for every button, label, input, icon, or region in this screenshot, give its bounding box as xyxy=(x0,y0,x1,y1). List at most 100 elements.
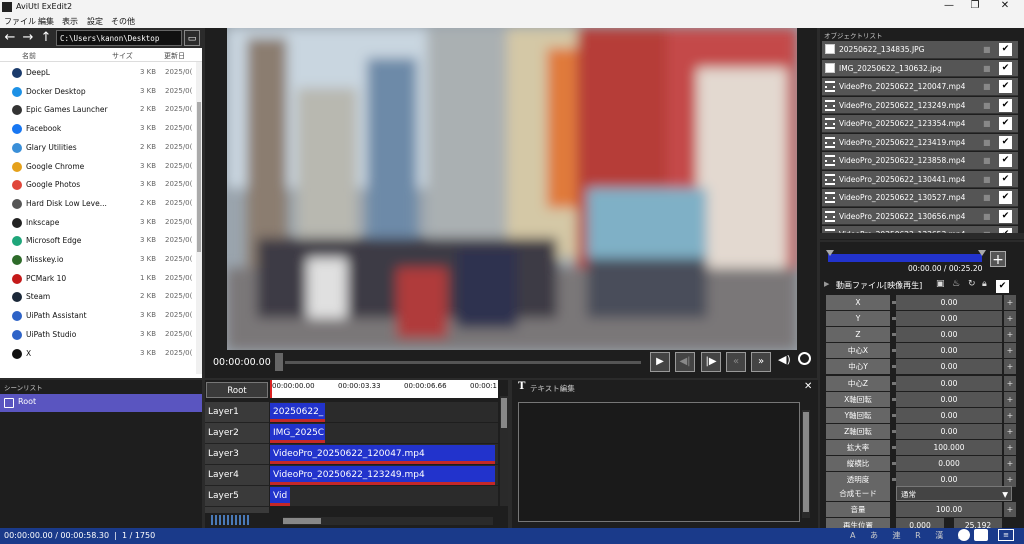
clip-progress-bar[interactable] xyxy=(826,250,986,262)
param-value[interactable]: 0.00 xyxy=(896,391,1002,407)
shield-icon[interactable] xyxy=(974,529,988,541)
zoom-icon[interactable] xyxy=(798,352,811,365)
file-row[interactable]: Steam 2 KB 2025/0( xyxy=(0,288,196,307)
visible-checkbox[interactable]: ✔ xyxy=(999,98,1012,112)
plus-icon[interactable]: + xyxy=(1004,327,1016,343)
lock-icon[interactable]: ■ xyxy=(983,41,991,58)
object-row[interactable]: VideoPro_20250622_130441.mp4 ■ ✔ xyxy=(822,170,1018,188)
playhead[interactable] xyxy=(270,380,272,398)
layer-track[interactable] xyxy=(270,486,498,507)
camera-icon[interactable]: ▣ xyxy=(936,279,945,289)
param-value[interactable]: 0.00 xyxy=(896,472,1002,488)
object-row[interactable]: VideoPro_20250622_123419.mp4 ■ ✔ xyxy=(822,133,1018,151)
param-value[interactable]: 0.00 xyxy=(896,343,1002,359)
menu-edit[interactable]: 編集 xyxy=(38,16,54,27)
timeline-clip[interactable]: 20250622_ xyxy=(270,403,325,422)
file-row[interactable]: Docker Desktop 3 KB 2025/0( xyxy=(0,83,196,102)
prev-frame-icon[interactable]: ◀| xyxy=(675,352,695,372)
column-date[interactable]: 更新日 xyxy=(164,51,185,61)
lock-icon[interactable]: 🔒︎ xyxy=(982,279,987,289)
menu-settings[interactable]: 設定 xyxy=(87,16,103,27)
lock-icon[interactable]: ■ xyxy=(983,78,991,95)
plus-icon[interactable]: + xyxy=(1004,439,1016,455)
text-input-area[interactable] xyxy=(518,402,800,522)
object-row[interactable]: VideoPro_20250622_120047.mp4 ■ ✔ xyxy=(822,78,1018,96)
timeline-clip[interactable]: IMG_2025C xyxy=(270,424,325,443)
timeline-zoom-slider[interactable] xyxy=(211,515,251,525)
param-value[interactable]: 0.00 xyxy=(896,311,1002,327)
file-row[interactable]: X 3 KB 2025/0( xyxy=(0,345,196,364)
lock-icon[interactable]: ■ xyxy=(983,60,991,77)
blend-mode-select[interactable]: 通常 ▼ xyxy=(896,486,1012,501)
maximize-icon[interactable]: ❐ xyxy=(968,0,982,11)
plus-icon[interactable]: + xyxy=(1004,311,1016,327)
timeline-root-button[interactable]: Root xyxy=(206,382,268,398)
seek-bar[interactable] xyxy=(285,361,641,364)
refresh-icon[interactable]: ↻ xyxy=(968,279,976,289)
close-icon[interactable]: ✕ xyxy=(804,381,812,392)
file-row[interactable]: UiPath Studio 3 KB 2025/0( xyxy=(0,326,196,345)
object-row[interactable]: IMG_20250622_130632.jpg ■ ✔ xyxy=(822,59,1018,77)
param-value[interactable]: 0.000 xyxy=(896,518,944,528)
visible-checkbox[interactable]: ✔ xyxy=(999,117,1012,130)
mic-icon[interactable]: ♨ xyxy=(952,279,960,289)
expand-arrow-icon[interactable]: ▶ xyxy=(824,280,829,288)
tray-icon[interactable] xyxy=(958,529,970,541)
param-value[interactable]: 0.00 xyxy=(896,407,1002,423)
filter-header[interactable]: ▶ 動画ファイル[映像再生] ▣ ♨ ↻ 🔒︎ ✔ xyxy=(824,279,1022,295)
param-value[interactable]: 0.00 xyxy=(896,359,1002,375)
object-row[interactable]: VideoPro_20250622_123249.mp4 ■ ✔ xyxy=(822,96,1018,114)
fast-forward-icon[interactable]: » xyxy=(751,352,771,372)
path-input[interactable]: C:\Users\kanon\Desktop xyxy=(56,30,182,46)
file-row[interactable]: PCMark 10 1 KB 2025/0( xyxy=(0,270,196,289)
file-row[interactable]: UiPath Assistant 3 KB 2025/0( xyxy=(0,307,196,326)
object-row[interactable]: VideoPro_20250622_123858.mp4 ■ ✔ xyxy=(822,152,1018,170)
visible-checkbox[interactable]: ✔ xyxy=(999,154,1012,167)
menu-list-icon[interactable]: ≡ xyxy=(998,529,1014,541)
lock-icon[interactable]: ■ xyxy=(983,134,991,151)
plus-icon[interactable]: + xyxy=(1004,295,1016,310)
param-value[interactable]: 0.00 xyxy=(896,375,1002,391)
visible-checkbox[interactable]: ✔ xyxy=(999,135,1012,149)
rewind-icon[interactable]: « xyxy=(726,352,746,372)
object-row[interactable]: VideoPro_20250622_123354.mp4 ■ ✔ xyxy=(822,115,1018,133)
column-name[interactable]: 名前 xyxy=(22,51,36,61)
timeline-hscroll[interactable] xyxy=(283,517,493,525)
plus-icon[interactable]: + xyxy=(1004,375,1016,391)
up-arrow-icon[interactable]: ↑ xyxy=(38,30,54,46)
param-value[interactable]: 100.000 xyxy=(896,439,1002,455)
plus-icon[interactable]: + xyxy=(1004,472,1016,488)
file-row[interactable]: Misskey.io 3 KB 2025/0( xyxy=(0,251,196,270)
file-row[interactable]: DeepL 3 KB 2025/0( xyxy=(0,64,196,83)
play-icon[interactable]: ▶ xyxy=(650,352,670,372)
lock-icon[interactable]: ■ xyxy=(983,171,991,188)
lock-icon[interactable]: ■ xyxy=(983,189,991,206)
lock-icon[interactable]: ■ xyxy=(983,152,991,169)
next-frame-icon[interactable]: |▶ xyxy=(701,352,721,372)
close-icon[interactable]: ✕ xyxy=(998,0,1012,11)
layer-name[interactable] xyxy=(205,507,269,513)
file-row[interactable]: Hard Disk Low Leve... 2 KB 2025/0( xyxy=(0,195,196,214)
file-row[interactable]: Epic Games Launcher 2 KB 2025/0( xyxy=(0,101,196,120)
file-row[interactable]: Google Photos 3 KB 2025/0( xyxy=(0,176,196,195)
visible-checkbox[interactable]: ✔ xyxy=(999,191,1012,204)
plus-icon[interactable]: + xyxy=(1004,423,1016,439)
file-row[interactable]: Google Chrome 3 KB 2025/0( xyxy=(0,158,196,177)
layer-name[interactable]: Layer5 xyxy=(205,486,269,507)
file-row[interactable]: Inkscape 3 KB 2025/0( xyxy=(0,214,196,233)
visible-checkbox[interactable]: ✔ xyxy=(999,43,1012,56)
filter-enable-checkbox[interactable]: ✔ xyxy=(996,280,1009,293)
param-value[interactable]: 0.00 xyxy=(896,327,1002,343)
forward-arrow-icon[interactable]: → xyxy=(20,30,36,46)
object-row[interactable]: 20250622_134835.JPG ■ ✔ xyxy=(822,41,1018,59)
layer-name[interactable]: Layer2 xyxy=(205,423,269,444)
lock-icon[interactable]: ■ xyxy=(983,115,991,132)
param-value[interactable]: 100.00 xyxy=(896,502,1002,517)
plus-icon[interactable]: + xyxy=(1004,407,1016,423)
back-arrow-icon[interactable]: ← xyxy=(2,30,18,46)
visible-checkbox[interactable]: ✔ xyxy=(999,61,1012,75)
plus-icon[interactable]: + xyxy=(1004,456,1016,471)
seek-handle[interactable] xyxy=(275,353,283,371)
file-list-scrollbar[interactable] xyxy=(196,62,202,374)
lock-icon[interactable]: ■ xyxy=(983,208,991,225)
